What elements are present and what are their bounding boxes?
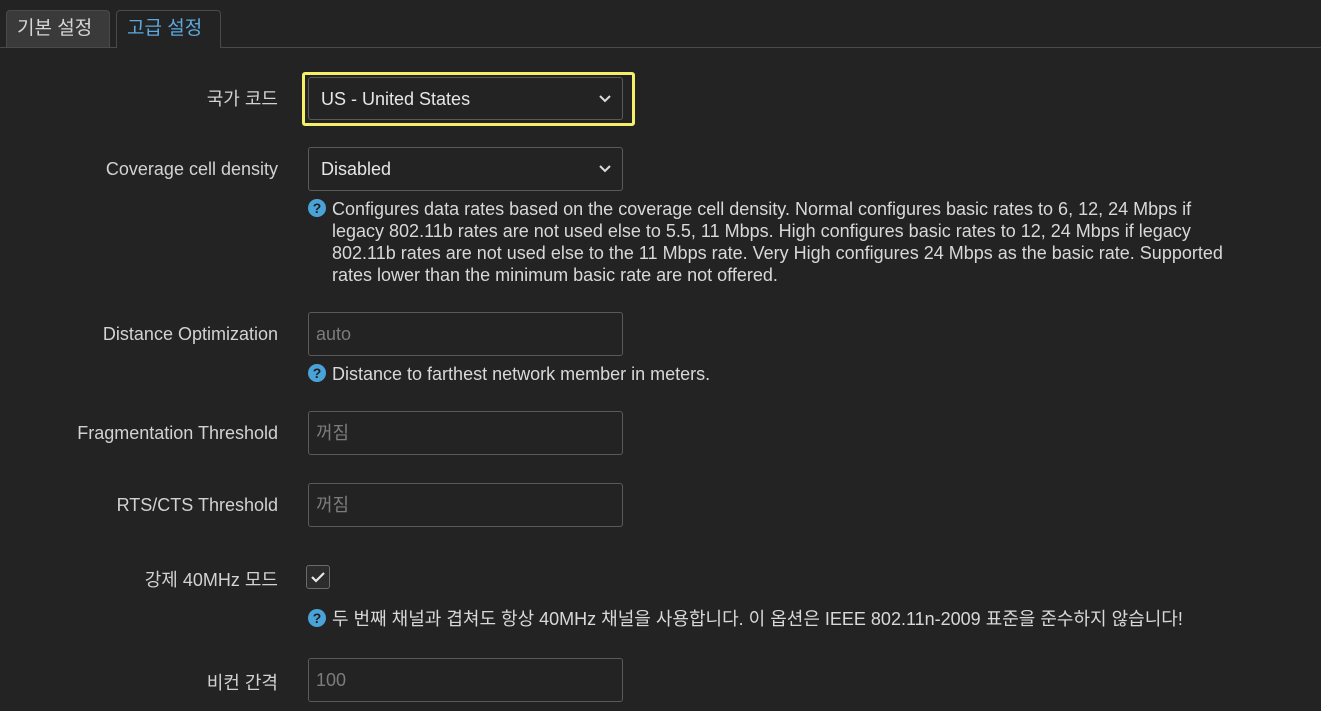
help-line: legacy 802.11b rates are not used else t… — [332, 221, 1191, 241]
question-circle-icon: ? — [308, 199, 326, 217]
fragmentation-threshold-placeholder: 꺼짐 — [316, 423, 350, 443]
checkmark-icon — [311, 572, 325, 583]
coverage-cell-density-select[interactable]: Disabled — [308, 147, 623, 191]
force-40mhz-checkbox[interactable] — [306, 565, 330, 589]
distance-optimization-input[interactable]: auto — [308, 312, 623, 356]
rts-cts-threshold-input[interactable]: 꺼짐 — [308, 483, 623, 527]
coverage-cell-density-label: Coverage cell density — [105, 159, 278, 179]
coverage-cell-density-value: Disabled — [321, 159, 392, 179]
rts-cts-threshold-label: RTS/CTS Threshold — [116, 495, 278, 515]
distance-optimization-label: Distance Optimization — [102, 324, 278, 344]
coverage-cell-density-help-text: Configures data rates based on the cover… — [332, 198, 1223, 286]
force-40mhz-label: 강제 40MHz 모드 — [144, 570, 278, 590]
tab-bar: 기본 설정 고급 설정 — [0, 0, 1321, 48]
distance-optimization-placeholder: auto — [316, 324, 352, 344]
rts-cts-threshold-placeholder: 꺼짐 — [316, 495, 350, 515]
help-line: Configures data rates based on the cover… — [332, 199, 1192, 219]
country-code-label: 국가 코드 — [206, 89, 278, 109]
question-circle-icon: ? — [308, 609, 326, 627]
fragmentation-threshold-input[interactable]: 꺼짐 — [308, 411, 623, 455]
tab-advanced-settings[interactable]: 고급 설정 — [116, 10, 221, 48]
beacon-interval-label: 비컨 간격 — [206, 673, 278, 693]
beacon-interval-placeholder: 100 — [316, 670, 347, 690]
country-code-select[interactable]: US - United States — [308, 77, 623, 120]
question-circle-icon: ? — [308, 364, 326, 382]
force-40mhz-help-text: 두 번째 채널과 겹쳐도 항상 40MHz 채널을 사용합니다. 이 옵션은 I… — [332, 609, 1183, 629]
chevron-down-icon — [599, 165, 611, 173]
help-line: 802.11b rates are not used else to the 1… — [332, 243, 1223, 263]
tab-basic-settings[interactable]: 기본 설정 — [6, 10, 110, 47]
distance-optimization-help-text: Distance to farthest network member in m… — [332, 364, 711, 384]
chevron-down-icon — [599, 95, 611, 103]
fragmentation-threshold-label: Fragmentation Threshold — [77, 423, 278, 443]
country-code-value: US - United States — [321, 89, 471, 109]
help-line: rates lower than the minimum basic rate … — [332, 265, 778, 285]
beacon-interval-input[interactable]: 100 — [308, 658, 623, 702]
